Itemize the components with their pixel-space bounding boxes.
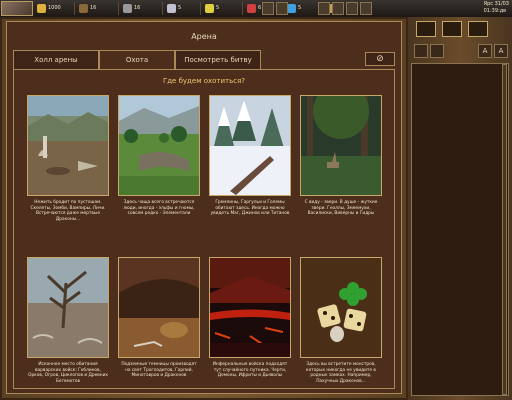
resource-value: 16 — [134, 5, 141, 11]
resource-sulfur: 5 — [203, 2, 243, 15]
side-content-list — [411, 63, 509, 396]
font-large-button[interactable]: A — [494, 44, 508, 58]
location-description: Здесь чаща всего встречаются люди, иногд… — [123, 200, 195, 217]
side-scrollbar[interactable] — [502, 64, 507, 395]
location-image[interactable] — [118, 95, 200, 196]
mercury-icon — [167, 4, 176, 13]
sulfur-icon — [205, 4, 214, 13]
location-description: С виду - звери. В душе - жуткие звери. Г… — [304, 200, 378, 217]
spellbook-icon[interactable] — [332, 2, 344, 15]
tab-arena-hall[interactable]: Холл арены — [13, 50, 99, 69]
location-image[interactable] — [300, 257, 382, 358]
edit-icon[interactable] — [414, 44, 428, 58]
quest-icon[interactable] — [442, 21, 462, 37]
resource-value: 16 — [90, 5, 97, 11]
hero-portrait[interactable] — [1, 1, 33, 16]
location-description: Инфернальные войска подходят тут случайн… — [212, 362, 288, 379]
settings-icon[interactable] — [346, 2, 358, 15]
ore-icon — [123, 4, 132, 13]
arena-window-frame: Арена Холл арены Охота Посмотреть битву … — [0, 17, 408, 400]
tab-hunt[interactable]: Охота — [99, 50, 175, 70]
resource-value: 5 — [298, 5, 302, 11]
character-icon[interactable] — [416, 21, 436, 37]
location-image[interactable] — [209, 95, 291, 196]
resource-bar: 1000161655651 Ярс 31/03 01:39:дв — [0, 0, 512, 18]
map-icon[interactable] — [318, 2, 330, 15]
clock-time: 01:39:дв — [483, 8, 507, 14]
location-card-inferno[interactable]: Инфернальные войска подходят тут случайн… — [209, 257, 291, 379]
location-description: Здесь вы встретите монстров, которых ник… — [306, 362, 376, 384]
resource-wood: 16 — [77, 2, 119, 15]
book-icon[interactable] — [276, 2, 288, 15]
hunt-panel: Где будем охотиться? Нежить бродит по пу… — [13, 69, 395, 389]
hunt-question: Где будем охотиться? — [162, 77, 246, 85]
arena-window: Арена Холл арены Охота Посмотреть битву … — [6, 21, 402, 394]
game-clock: Ярс 31/03 01:39:дв — [484, 1, 509, 15]
gold-coins-icon — [37, 4, 46, 13]
resource-gold: 1000 — [35, 2, 75, 15]
resource-value: 5 — [216, 5, 220, 11]
location-card-undead[interactable]: Нежить бродит по пустошам. Скелеты, Зомб… — [27, 95, 109, 222]
location-card-snow[interactable]: Гремлины, Гаргульи и Големы обитают здес… — [209, 95, 291, 217]
location-card-barbarian[interactable]: Исконное место обитания варварских войск… — [27, 257, 109, 384]
resource-value: 5 — [178, 5, 182, 11]
clock-date: Ярс 31/03 — [483, 1, 509, 7]
close-button[interactable]: ⊘ — [365, 52, 395, 66]
gems-icon — [287, 4, 296, 13]
location-description: Исконное место обитания варварских войск… — [28, 362, 108, 384]
location-image[interactable] — [209, 257, 291, 358]
message-icon[interactable] — [360, 2, 372, 15]
location-description: Подземные темницы производят на свет Тро… — [121, 362, 197, 379]
location-image[interactable] — [118, 257, 200, 358]
list-icon[interactable] — [430, 44, 444, 58]
tab-watch-battle[interactable]: Посмотреть битву — [175, 50, 261, 69]
location-image[interactable] — [300, 95, 382, 196]
scroll-icon[interactable] — [262, 2, 274, 15]
crystal-icon — [247, 4, 256, 13]
resource-value: 6 — [258, 5, 262, 11]
wood-icon — [79, 4, 88, 13]
resource-ore: 16 — [121, 2, 163, 15]
side-panel: A A — [408, 17, 512, 400]
location-card-humans[interactable]: Здесь чаща всего встречаются люди, иногд… — [118, 95, 200, 217]
resource-mercury: 5 — [165, 2, 201, 15]
location-description: Нежить бродит по пустошам. Скелеты, Зомб… — [30, 200, 106, 222]
font-small-button[interactable]: A — [478, 44, 492, 58]
location-description: Гремлины, Гаргульи и Големы обитают здес… — [210, 200, 290, 217]
location-image[interactable] — [27, 257, 109, 358]
location-card-random[interactable]: Здесь вы встретите монстров, которых ник… — [300, 257, 382, 384]
location-card-beasts[interactable]: С виду - звери. В душе - жуткие звери. Г… — [300, 95, 382, 217]
journal-icon[interactable] — [468, 21, 488, 37]
resource-value: 1000 — [48, 5, 61, 11]
location-image[interactable] — [27, 95, 109, 196]
location-card-dungeon[interactable]: Подземные темницы производят на свет Тро… — [118, 257, 200, 379]
window-title: Арена — [191, 32, 217, 41]
